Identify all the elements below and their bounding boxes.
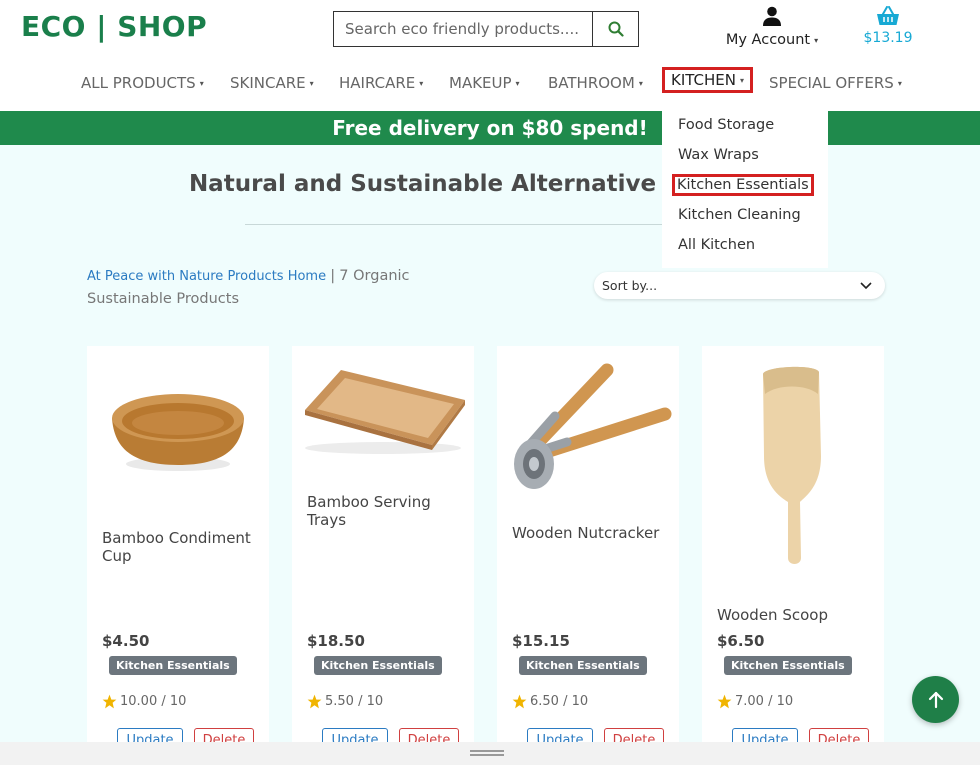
- product-price: $18.50: [307, 632, 365, 650]
- arrow-up-icon: [928, 691, 943, 708]
- nav-label: HAIRCARE: [339, 74, 416, 92]
- title-divider: [245, 224, 665, 225]
- chevron-down-icon: ▾: [740, 76, 745, 85]
- site-logo[interactable]: ECO | SHOP: [21, 10, 207, 43]
- category-badge: Kitchen Essentials: [109, 656, 237, 675]
- account-label: My Account: [725, 32, 811, 48]
- back-to-top-button[interactable]: [912, 676, 959, 723]
- chevron-down-icon: [860, 282, 872, 290]
- menu-item-all-kitchen[interactable]: All Kitchen: [678, 237, 755, 253]
- star-icon: [512, 694, 527, 709]
- site-header: ECO | SHOP My Account▾ $13.19 ALL PRODUC…: [0, 0, 980, 111]
- nav-item-makeup[interactable]: MAKEUP ▾: [449, 74, 520, 92]
- nav-label: MAKEUP: [449, 74, 512, 92]
- product-card[interactable]: Bamboo Serving Trays $18.50 Kitchen Esse…: [292, 346, 474, 765]
- category-badge: Kitchen Essentials: [724, 656, 852, 675]
- product-rating: 5.50 / 10: [307, 694, 383, 709]
- basket-icon: [877, 6, 899, 25]
- main-nav: ALL PRODUCTS ▾ SKINCARE ▾ HAIRCARE ▾ MAKEUP…: [0, 67, 980, 100]
- basket-total: $13.19: [863, 30, 913, 46]
- kitchen-dropdown-menu: Food Storage Wax Wraps Kitchen Essential…: [662, 110, 828, 268]
- product-name[interactable]: Wooden Nutcracker: [512, 524, 672, 542]
- nav-label: BATHROOM: [548, 74, 635, 92]
- nav-item-bathroom[interactable]: BATHROOM ▾: [548, 74, 643, 92]
- breadcrumb-separator: |: [330, 268, 336, 284]
- nav-item-all-products[interactable]: ALL PRODUCTS ▾: [81, 74, 204, 92]
- chevron-down-icon: ▾: [814, 35, 819, 45]
- star-icon: [717, 694, 732, 709]
- product-name[interactable]: Wooden Scoop: [717, 606, 877, 624]
- search-input[interactable]: [334, 12, 592, 46]
- delivery-banner: Free delivery on $80 spend!: [0, 111, 980, 145]
- nav-label: KITCHEN: [671, 71, 736, 89]
- product-count-tail: Sustainable Products: [87, 291, 239, 307]
- product-price: $15.15: [512, 632, 570, 650]
- product-name[interactable]: Bamboo Condiment Cup: [102, 529, 262, 565]
- menu-item-food-storage[interactable]: Food Storage: [678, 117, 774, 133]
- chevron-down-icon: ▾: [309, 79, 314, 88]
- menu-item-kitchen-essentials[interactable]: Kitchen Essentials: [672, 174, 814, 196]
- nav-item-skincare[interactable]: SKINCARE ▾: [230, 74, 314, 92]
- product-price: $4.50: [102, 632, 150, 650]
- rating-value: 7.00 / 10: [735, 694, 794, 709]
- account-menu[interactable]: My Account ▾: [716, 6, 828, 48]
- chevron-down-icon: ▾: [515, 79, 520, 88]
- sort-select[interactable]: Sort by...: [594, 272, 885, 299]
- product-card[interactable]: Wooden Nutcracker $15.15 Kitchen Essenti…: [497, 346, 679, 765]
- category-badge: Kitchen Essentials: [519, 656, 647, 675]
- drag-handle[interactable]: [470, 750, 504, 756]
- product-card[interactable]: Wooden Scoop $6.50 Kitchen Essentials 7.…: [702, 346, 884, 765]
- product-image: [112, 394, 244, 471]
- nav-item-special-offers[interactable]: SPECIAL OFFERS ▾: [769, 74, 902, 92]
- chevron-down-icon: ▾: [419, 79, 424, 88]
- nav-label: SPECIAL OFFERS: [769, 74, 894, 92]
- rating-value: 5.50 / 10: [325, 694, 384, 709]
- chevron-down-icon: ▾: [897, 79, 902, 88]
- sort-label: Sort by...: [602, 278, 658, 293]
- basket[interactable]: $13.19: [862, 6, 914, 46]
- breadcrumb-home-link[interactable]: At Peace with Nature Products Home: [87, 269, 326, 284]
- nav-label: SKINCARE: [230, 74, 306, 92]
- rating-value: 10.00 / 10: [120, 694, 187, 709]
- product-image: [305, 370, 465, 454]
- product-card[interactable]: Bamboo Condiment Cup $4.50 Kitchen Essen…: [87, 346, 269, 765]
- search-button[interactable]: [592, 12, 638, 46]
- product-image: [763, 366, 821, 564]
- chevron-down-icon: ▾: [638, 79, 643, 88]
- product-price: $6.50: [717, 632, 765, 650]
- product-count: 7 Organic: [339, 268, 410, 284]
- product-rating: 7.00 / 10: [717, 694, 793, 709]
- nav-label: ALL PRODUCTS: [81, 74, 196, 92]
- star-icon: [102, 694, 117, 709]
- product-rating: 6.50 / 10: [512, 694, 588, 709]
- product-name[interactable]: Bamboo Serving Trays: [307, 493, 467, 529]
- user-icon: [763, 6, 781, 26]
- menu-item-wax-wraps[interactable]: Wax Wraps: [678, 147, 759, 163]
- menu-item-kitchen-cleaning[interactable]: Kitchen Cleaning: [678, 207, 801, 223]
- nav-item-kitchen[interactable]: KITCHEN ▾: [662, 67, 754, 93]
- bottom-drawer-bar: [0, 742, 980, 765]
- category-badge: Kitchen Essentials: [314, 656, 442, 675]
- search-icon: [608, 21, 624, 37]
- star-icon: [307, 694, 322, 709]
- nav-item-haircare[interactable]: HAIRCARE ▾: [339, 74, 423, 92]
- chevron-down-icon: ▾: [199, 79, 204, 88]
- breadcrumb: At Peace with Nature Products Home | 7 O…: [87, 265, 467, 311]
- product-rating: 10.00 / 10: [102, 694, 186, 709]
- rating-value: 6.50 / 10: [530, 694, 589, 709]
- product-image: [514, 363, 672, 489]
- search-bar: [333, 11, 639, 47]
